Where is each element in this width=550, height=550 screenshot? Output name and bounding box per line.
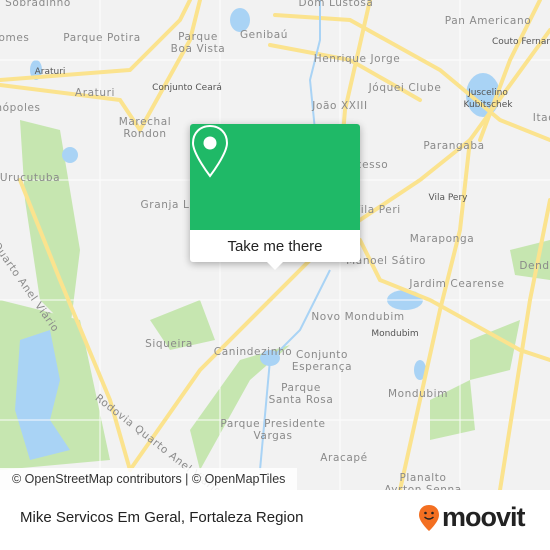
- map-label: Conjunto Ceará: [152, 83, 222, 93]
- map-label: Henrique Jorge: [313, 53, 401, 65]
- map-label: Parangaba: [423, 140, 485, 152]
- moovit-logo[interactable]: moovit: [418, 502, 526, 533]
- map-label: Dom Lustosa: [298, 0, 374, 9]
- moovit-wordmark: moovit: [442, 502, 526, 532]
- map-label: Itao: [532, 112, 550, 124]
- map-label: Dende: [519, 260, 550, 272]
- map-label: Novo Mondubim: [311, 311, 405, 323]
- map-label: Aracapé: [320, 452, 368, 464]
- map-label: Parque Santa Rosa: [268, 382, 334, 406]
- map-label: Jóquei Clube: [368, 82, 442, 94]
- map[interactable]: Sobradinho Parque Potira Parque Boa Vist…: [0, 0, 550, 490]
- map-label: Planalto Ayrton Senna: [384, 472, 462, 490]
- location-popup: Take me there: [190, 124, 360, 270]
- map-label: nópoles: [0, 102, 41, 114]
- map-label: Juscelino Kubitschek: [463, 88, 513, 110]
- popup-pointer: [267, 262, 283, 270]
- map-label: Couto Fernandes: [491, 37, 550, 47]
- map-label: Araturi: [34, 67, 66, 77]
- map-label: Urucutuba: [0, 172, 61, 184]
- map-label: Granja L: [140, 199, 190, 211]
- map-label: Siqueira: [145, 338, 193, 350]
- map-attribution[interactable]: © OpenStreetMap contributors | © OpenMap…: [0, 468, 298, 490]
- map-label: Parque Presidente Vargas: [220, 418, 326, 442]
- map-label: Maraponga: [409, 233, 475, 245]
- map-label: Conjunto Esperança: [291, 349, 353, 373]
- place-title: Mike Servicos Em Geral, Fortaleza Region: [20, 509, 304, 526]
- map-label: Parque Potira: [63, 32, 141, 44]
- moovit-pin-icon: [419, 504, 439, 531]
- map-label: cesso: [355, 159, 389, 171]
- map-label: Mondubim: [371, 329, 419, 339]
- map-label: Genibaú: [239, 29, 289, 41]
- map-label: Jardim Cearense: [409, 278, 505, 290]
- map-label: Pan Americano: [444, 15, 532, 27]
- map-label: João XXIII: [312, 100, 368, 112]
- map-label: Vila Pery: [428, 193, 468, 203]
- map-label: Sobradinho: [5, 0, 71, 9]
- map-label: Canindezinho: [213, 346, 293, 358]
- map-label: Mondubim: [387, 388, 449, 400]
- map-label: Parque Boa Vista: [170, 31, 226, 55]
- map-label: Marechal Rondon: [118, 116, 172, 140]
- map-label: Araturi: [74, 87, 116, 99]
- footer: Mike Servicos Em Geral, Fortaleza Region…: [0, 490, 550, 550]
- popup-header: [190, 124, 360, 230]
- map-pin-icon: [191, 124, 229, 178]
- take-me-there-button[interactable]: Take me there: [190, 230, 360, 262]
- map-label: Vila Peri: [353, 204, 401, 216]
- map-label: omes: [0, 32, 30, 44]
